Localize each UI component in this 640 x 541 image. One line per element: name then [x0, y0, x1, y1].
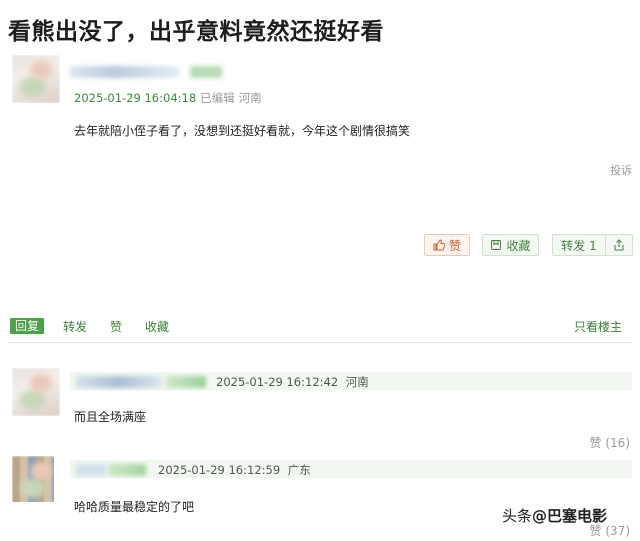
comment-content: 哈哈质量最稳定的了吧: [74, 500, 195, 514]
comment-like-count[interactable]: 赞 (16): [590, 434, 630, 451]
commenter-name-blurred[interactable]: [76, 464, 106, 476]
post-content: 去年就陪小侄子看了，没想到还挺好看就，今年这个剧情很搞笑: [74, 124, 411, 138]
favorite-button[interactable]: 收藏: [482, 234, 539, 256]
comment-content: 而且全场满座: [74, 410, 147, 424]
comment-location: 河南: [345, 375, 369, 389]
tab-favorite[interactable]: 收藏: [145, 318, 169, 335]
comment-time: 2025-01-29 16:12:42: [216, 375, 339, 389]
like-button[interactable]: 赞: [424, 234, 470, 256]
report-link[interactable]: 投诉: [610, 162, 632, 178]
author-name-blurred[interactable]: [70, 66, 180, 78]
comment-meta: 2025-01-29 16:12:59 广东: [158, 462, 311, 478]
watermark-handle: @巴塞电影: [532, 507, 608, 525]
watermark-prefix: 头条: [502, 507, 533, 525]
bookmark-icon: [491, 240, 502, 250]
forward-label: 转发 1: [561, 238, 597, 253]
commenter-badge-blurred: [108, 464, 146, 476]
commenter-name-blurred[interactable]: [76, 376, 162, 388]
commenter-badge-blurred: [166, 376, 206, 388]
share-button[interactable]: [605, 234, 633, 256]
author-badge-blurred: [190, 66, 222, 78]
thumbs-up-icon: [433, 239, 445, 251]
tab-like[interactable]: 赞: [110, 318, 122, 335]
comment-time: 2025-01-29 16:12:59: [158, 463, 281, 477]
page-title: 看熊出没了，出乎意料竟然还挺好看: [8, 19, 384, 45]
tab-forward[interactable]: 转发: [63, 318, 87, 335]
tab-reply[interactable]: 回复: [10, 318, 45, 334]
author-avatar[interactable]: [12, 55, 60, 103]
only-author-toggle[interactable]: 只看楼主: [574, 318, 622, 335]
post-location: 河南: [238, 91, 262, 105]
edited-label: 已编辑: [200, 91, 235, 105]
favorite-label: 收藏: [506, 238, 531, 253]
comment-meta: 2025-01-29 16:12:42 河南: [216, 374, 369, 390]
comment-location: 广东: [287, 463, 311, 477]
post-time: 2025-01-29 16:04:18 已编辑 河南: [74, 91, 262, 105]
commenter-avatar[interactable]: [12, 456, 54, 502]
divider: [8, 342, 632, 343]
reply-tabbar: 回复 转发 赞 收藏 只看楼主: [8, 318, 632, 336]
share-icon: [614, 239, 624, 251]
forward-button[interactable]: 转发 1: [552, 234, 606, 256]
like-label: 赞: [448, 238, 461, 253]
commenter-avatar[interactable]: [12, 368, 60, 416]
comment-meta-bar: [70, 460, 632, 478]
source-watermark: 头条@巴塞电影: [502, 505, 607, 526]
